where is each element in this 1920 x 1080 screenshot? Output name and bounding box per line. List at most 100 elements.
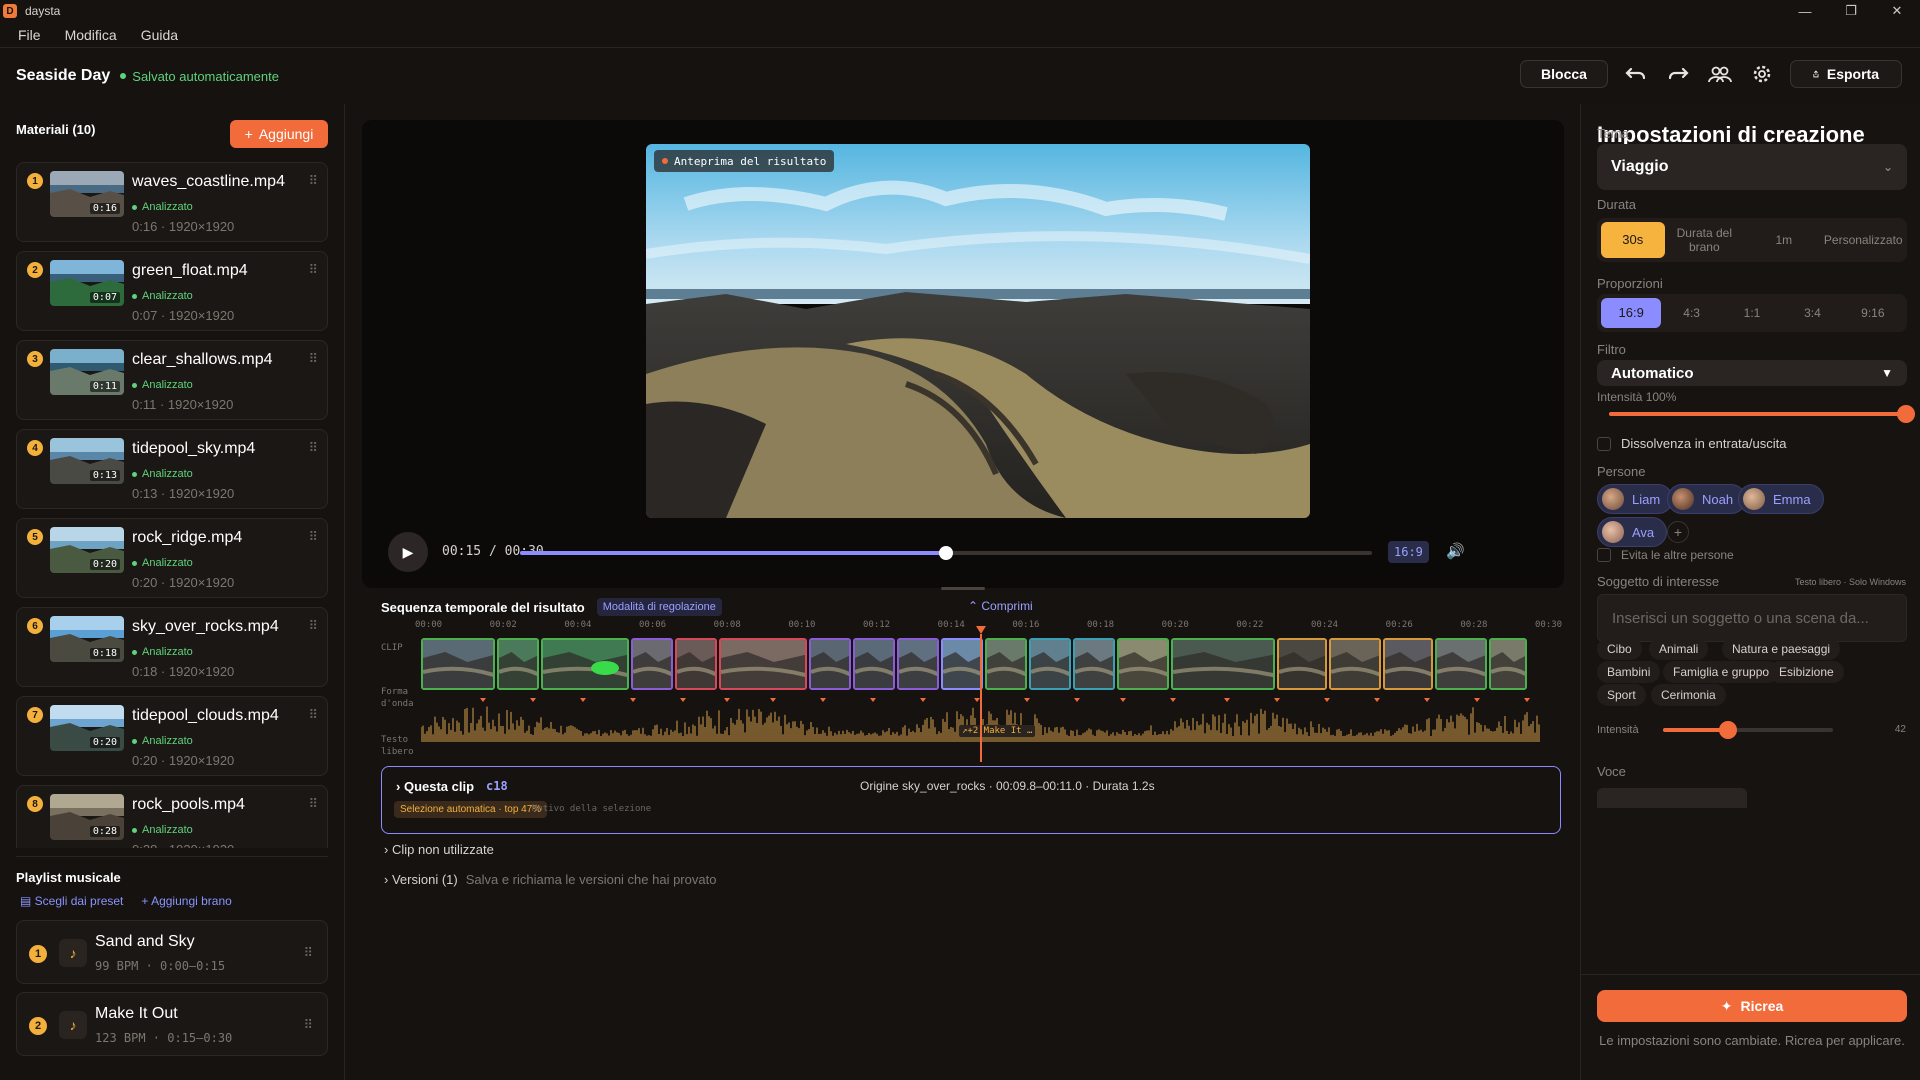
volume-icon[interactable]: 🔊 (1446, 542, 1465, 560)
this-clip-toggle[interactable]: › Questa clip (396, 779, 474, 794)
music-change-marker[interactable]: ↗+2 Make It … (959, 725, 1036, 737)
filter-select[interactable]: Automatico ▼ (1597, 360, 1907, 386)
person-chip[interactable]: Emma (1738, 484, 1824, 514)
drag-handle-icon[interactable]: ⠿ (308, 529, 317, 545)
timeline-clip[interactable] (719, 638, 807, 690)
subject-chip[interactable]: Sport (1597, 684, 1646, 706)
subject-chip[interactable]: Cerimonia (1651, 684, 1726, 706)
subject-chip[interactable]: Esibizione (1769, 661, 1844, 683)
add-person-icon[interactable]: + (1667, 521, 1689, 543)
timeline-clip[interactable] (1277, 638, 1327, 690)
export-button[interactable]: Esporta (1790, 60, 1902, 88)
timeline-clip[interactable] (1171, 638, 1275, 690)
subject-chip[interactable]: Animali (1649, 638, 1709, 660)
material-item[interactable]: 1 0:16 waves_coastline.mp4 Analizzato 0:… (16, 162, 328, 242)
subject-chip[interactable]: Bambini (1597, 661, 1661, 683)
resize-handle[interactable] (941, 587, 985, 590)
person-chip[interactable]: Noah (1667, 484, 1747, 514)
timeline-clip[interactable] (1383, 638, 1433, 690)
subject-intensity-knob[interactable] (1719, 721, 1737, 739)
redo-icon[interactable] (1664, 60, 1692, 88)
lock-button[interactable]: Blocca (1520, 60, 1608, 88)
drag-handle-icon[interactable]: ⠿ (308, 440, 317, 456)
play-icon[interactable]: ▶ (388, 532, 428, 572)
subject-chip[interactable]: Famiglia e gruppo (1663, 661, 1780, 683)
person-chip[interactable]: Ava (1597, 517, 1668, 547)
material-item[interactable]: 4 0:13 tidepool_sky.mp4 Analizzato 0:13 … (16, 429, 328, 509)
drag-handle-icon[interactable]: ⠿ (308, 707, 317, 723)
timeline-clip[interactable] (897, 638, 939, 690)
ratio-4-3[interactable]: 4:3 (1661, 298, 1721, 328)
materials-list[interactable]: 1 0:16 waves_coastline.mp4 Analizzato 0:… (16, 162, 328, 848)
drag-handle-icon[interactable]: ⠿ (303, 945, 313, 961)
undo-icon[interactable] (1622, 60, 1650, 88)
subject-input[interactable]: Inserisci un soggetto o una scena da... (1597, 594, 1907, 642)
choose-preset-link[interactable]: ▤ Scegli dai preset (20, 894, 123, 908)
gear-icon[interactable] (1748, 60, 1776, 88)
drag-handle-icon[interactable]: ⠿ (308, 796, 317, 812)
fade-checkbox[interactable]: Dissolvenza in entrata/uscita (1597, 436, 1786, 451)
ratio-3-4[interactable]: 3:4 (1782, 298, 1842, 328)
voice-select[interactable] (1597, 788, 1747, 808)
material-item[interactable]: 5 0:20 rock_ridge.mp4 Analizzato 0:20 · … (16, 518, 328, 598)
avoid-others-checkbox[interactable]: Evita le altre persone (1597, 548, 1734, 562)
timeline-clip[interactable] (985, 638, 1027, 690)
timeline-clip[interactable] (1435, 638, 1487, 690)
duration-30s[interactable]: 30s (1601, 222, 1665, 258)
add-track-link[interactable]: + Aggiungi brano (141, 894, 231, 908)
filter-intensity-slider[interactable] (1609, 405, 1915, 423)
theme-select[interactable]: Viaggio ⌄ (1597, 144, 1907, 190)
drag-handle-icon[interactable]: ⠿ (303, 1017, 313, 1033)
progress-bar[interactable] (520, 546, 1372, 560)
adjust-mode-badge[interactable]: Modalità di regolazione (596, 598, 722, 616)
ratio-1-1[interactable]: 1:1 (1722, 298, 1782, 328)
material-item[interactable]: 3 0:11 clear_shallows.mp4 Analizzato 0:1… (16, 340, 328, 420)
timeline-clip[interactable] (853, 638, 895, 690)
collapse-button[interactable]: ⌃ Comprimi (968, 599, 1033, 613)
people-icon[interactable] (1706, 60, 1734, 88)
video-preview[interactable]: Anteprima del risultato (646, 144, 1310, 518)
selection-reason[interactable]: Motivo della selezione (532, 804, 651, 814)
menu-file[interactable]: File (18, 27, 41, 43)
versions-toggle[interactable]: › Versioni (1) Salva e richiama le versio… (384, 872, 716, 887)
timeline-clip[interactable] (1117, 638, 1169, 690)
person-chip[interactable]: Liam (1597, 484, 1674, 514)
playlist-track[interactable]: 1 ♪ Sand and Sky 99 BPM · 0:00–0:15 ⠿ (16, 920, 328, 984)
timeline-clip[interactable] (1029, 638, 1071, 690)
timeline-clip[interactable] (497, 638, 539, 690)
progress-knob[interactable] (939, 546, 953, 560)
duration-track[interactable]: Durata del brano (1665, 222, 1744, 258)
ratio-9-16[interactable]: 9:16 (1843, 298, 1903, 328)
timeline-clip[interactable] (541, 638, 629, 690)
duration-1m[interactable]: 1m (1744, 222, 1823, 258)
timeline-clip[interactable] (631, 638, 673, 690)
filter-intensity-knob[interactable] (1897, 405, 1915, 423)
drag-handle-icon[interactable]: ⠿ (308, 618, 317, 634)
add-material-button[interactable]: + Aggiungi (230, 120, 328, 148)
duration-custom[interactable]: Personalizzato (1824, 222, 1903, 258)
menu-modifica[interactable]: Modifica (65, 27, 117, 43)
minimize-button[interactable]: — (1782, 0, 1828, 22)
playlist-track[interactable]: 2 ♪ Make It Out 123 BPM · 0:15–0:30 ⠿ (16, 992, 328, 1056)
drag-handle-icon[interactable]: ⠿ (308, 173, 317, 189)
playhead[interactable] (976, 626, 986, 762)
unused-clips-toggle[interactable]: › Clip non utilizzate (384, 842, 494, 857)
timeline-clip[interactable] (1329, 638, 1381, 690)
drag-handle-icon[interactable]: ⠿ (308, 351, 317, 367)
recreate-button[interactable]: ✦ Ricrea (1597, 990, 1907, 1022)
subject-chip[interactable]: Cibo (1597, 638, 1642, 660)
subject-intensity-slider[interactable] (1663, 721, 1833, 739)
timeline-clip[interactable] (941, 638, 983, 690)
drag-handle-icon[interactable]: ⠿ (308, 262, 317, 278)
restore-button[interactable]: ❐ (1828, 0, 1874, 22)
project-title[interactable]: Seaside Day (16, 67, 110, 85)
menu-guida[interactable]: Guida (141, 27, 178, 43)
material-item[interactable]: 6 0:18 sky_over_rocks.mp4 Analizzato 0:1… (16, 607, 328, 687)
timeline-clip[interactable] (1489, 638, 1527, 690)
timeline-clip[interactable] (809, 638, 851, 690)
subject-chip[interactable]: Natura e paesaggi (1722, 638, 1841, 660)
material-item[interactable]: 2 0:07 green_float.mp4 Analizzato 0:07 ·… (16, 251, 328, 331)
timeline-clip[interactable] (1073, 638, 1115, 690)
close-button[interactable]: ✕ (1874, 0, 1920, 22)
aspect-ratio-badge[interactable]: 16:9 (1388, 541, 1429, 563)
